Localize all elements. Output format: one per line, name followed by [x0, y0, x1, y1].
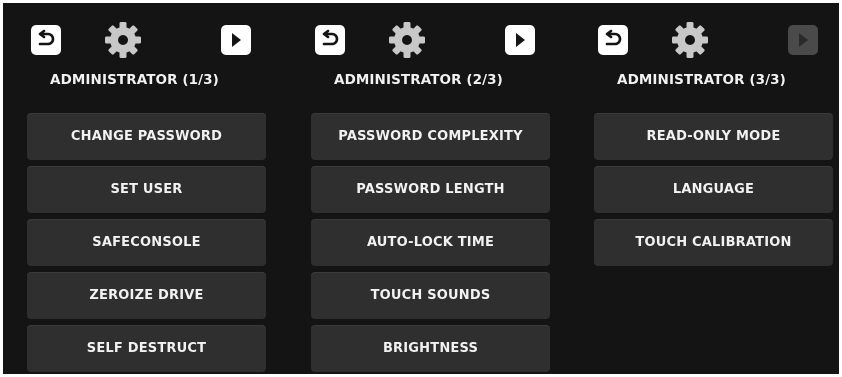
- settings-button[interactable]: [387, 20, 427, 60]
- zeroize-drive-button[interactable]: ZEROIZE DRIVE: [27, 272, 266, 319]
- language-button[interactable]: LANGUAGE: [594, 166, 833, 213]
- gear-icon: [672, 22, 708, 58]
- gear-icon: [389, 22, 425, 58]
- screen: ADMINISTRATOR (1/3) CHANGE PASSWORD SET …: [3, 3, 839, 374]
- self-destruct-button[interactable]: SELF DESTRUCT: [27, 325, 266, 372]
- next-page-button[interactable]: [221, 25, 251, 55]
- auto-lock-time-button[interactable]: AUTO-LOCK TIME: [311, 219, 550, 266]
- safeconsole-button[interactable]: SAFECONSOLE: [27, 219, 266, 266]
- page-title: ADMINISTRATOR (3/3): [617, 72, 786, 88]
- change-password-button[interactable]: CHANGE PASSWORD: [27, 113, 266, 160]
- play-arrow-icon: [232, 33, 241, 47]
- set-user-button[interactable]: SET USER: [27, 166, 266, 213]
- back-arrow-icon: [38, 29, 55, 46]
- next-page-button-disabled: [788, 25, 818, 55]
- password-complexity-button[interactable]: PASSWORD COMPLEXITY: [311, 113, 550, 160]
- admin-panel-3: ADMINISTRATOR (3/3) READ-ONLY MODE LANGU…: [570, 3, 842, 374]
- back-button[interactable]: [31, 25, 61, 55]
- next-page-button[interactable]: [505, 25, 535, 55]
- back-arrow-icon: [605, 29, 622, 46]
- menu-list: PASSWORD COMPLEXITY PASSWORD LENGTH AUTO…: [311, 113, 550, 372]
- play-arrow-icon: [799, 33, 808, 47]
- page-title: ADMINISTRATOR (1/3): [50, 72, 219, 88]
- settings-button[interactable]: [103, 20, 143, 60]
- back-button[interactable]: [315, 25, 345, 55]
- menu-list: READ-ONLY MODE LANGUAGE TOUCH CALIBRATIO…: [594, 113, 833, 266]
- touch-sounds-button[interactable]: TOUCH SOUNDS: [311, 272, 550, 319]
- page-title: ADMINISTRATOR (2/3): [334, 72, 503, 88]
- menu-list: CHANGE PASSWORD SET USER SAFECONSOLE ZER…: [27, 113, 266, 372]
- gear-icon: [105, 22, 141, 58]
- password-length-button[interactable]: PASSWORD LENGTH: [311, 166, 550, 213]
- admin-panel-1: ADMINISTRATOR (1/3) CHANGE PASSWORD SET …: [3, 3, 283, 374]
- brightness-button[interactable]: BRIGHTNESS: [311, 325, 550, 372]
- admin-panel-2: ADMINISTRATOR (2/3) PASSWORD COMPLEXITY …: [287, 3, 567, 374]
- touch-calibration-button[interactable]: TOUCH CALIBRATION: [594, 219, 833, 266]
- back-arrow-icon: [322, 29, 339, 46]
- back-button[interactable]: [598, 25, 628, 55]
- play-arrow-icon: [516, 33, 525, 47]
- read-only-mode-button[interactable]: READ-ONLY MODE: [594, 113, 833, 160]
- settings-button[interactable]: [670, 20, 710, 60]
